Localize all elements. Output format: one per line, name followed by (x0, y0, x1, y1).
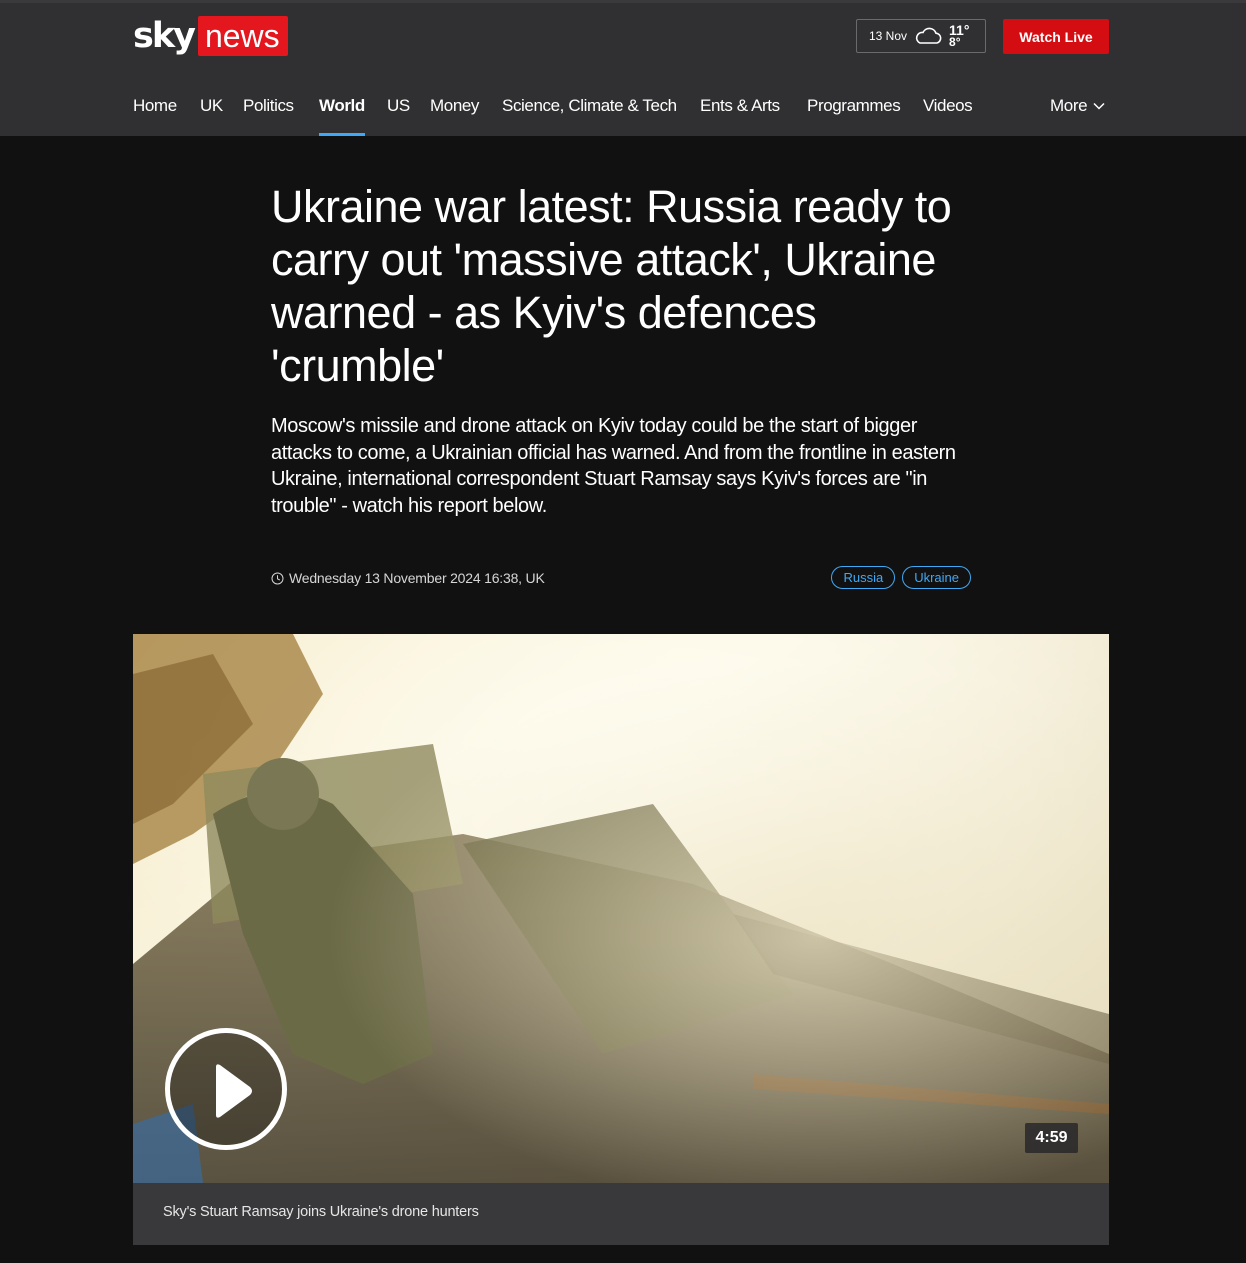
article-standfirst: Moscow's missile and drone attack on Kyi… (271, 415, 956, 517)
nav-item-videos[interactable]: Videos (923, 83, 973, 136)
play-button[interactable] (165, 1028, 287, 1150)
video-caption-bar: Sky's Stuart Ramsay joins Ukraine's dron… (133, 1183, 1109, 1245)
video-caption: Sky's Stuart Ramsay joins Ukraine's dron… (163, 1204, 479, 1220)
sky-news-logo[interactable]: sky news (133, 16, 288, 56)
tag-russia[interactable]: Russia (831, 566, 896, 589)
nav-item-science-climate-tech[interactable]: Science, Climate & Tech (502, 83, 677, 136)
chevron-down-icon (1093, 102, 1105, 110)
nav-item-world[interactable]: World (319, 83, 365, 136)
nav-item-programmes[interactable]: Programmes (807, 83, 901, 136)
nav-more-menu[interactable]: More (1050, 83, 1105, 129)
weather-widget[interactable]: 13 Nov 11° 8° (856, 19, 986, 53)
watch-live-button[interactable]: Watch Live (1003, 19, 1109, 54)
article-tags: Russia Ukraine (831, 566, 971, 589)
nav-item-us[interactable]: US (387, 83, 410, 136)
video-duration-badge: 4:59 (1025, 1123, 1078, 1153)
weather-low-temp: 8° (949, 35, 961, 49)
nav-more-label: More (1050, 96, 1088, 115)
weather-temperatures: 11° 8° (949, 23, 969, 49)
nav-item-politics[interactable]: Politics (243, 83, 294, 136)
clock-icon (271, 572, 284, 584)
logo-news-text: news (197, 16, 288, 56)
tag-ukraine[interactable]: Ukraine (902, 566, 971, 589)
weather-date: 13 Nov (869, 29, 908, 43)
article-timestamp: Wednesday 13 November 2024 16:38, UK (271, 569, 545, 587)
site-header: sky news 13 Nov 11° 8° Watch Live Home U… (0, 0, 1246, 136)
timestamp-text: Wednesday 13 November 2024 16:38, UK (289, 570, 545, 586)
logo-sky-text: sky (133, 16, 196, 56)
nav-item-ents-arts[interactable]: Ents & Arts (700, 83, 780, 136)
play-icon (216, 1064, 252, 1118)
article-headline: Ukraine war latest: Russia ready to carr… (271, 181, 952, 391)
cloud-icon (915, 27, 942, 44)
nav-item-uk[interactable]: UK (200, 83, 223, 136)
nav-item-home[interactable]: Home (133, 83, 177, 136)
nav-item-money[interactable]: Money (430, 83, 479, 136)
